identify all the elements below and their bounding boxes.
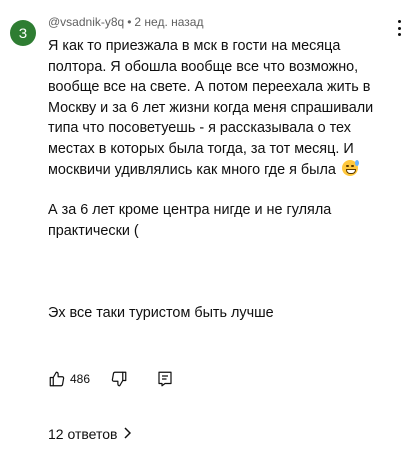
comment-body: Я как то приезжала в мск в гости на меся… [48,36,398,324]
comment-actions: 486 [48,368,174,390]
comment-card: З @vsadnik-y8q • 2 нед. назад Я как то при… [0,0,412,454]
dislike-button[interactable] [110,370,128,388]
grinning-sweat-emoji-icon [341,159,359,176]
reply-comment-icon [158,371,172,387]
avatar[interactable]: З [10,20,36,46]
thumbs-down-icon [111,371,127,387]
like-count: 486 [70,372,91,386]
meta-separator: • [127,15,132,29]
comment-paragraph: А за 6 лет кроме центра нигде и не гулял… [48,202,332,239]
thumbs-up-icon [49,371,65,387]
chevron-right-icon [123,426,132,442]
comment-paragraph: Эх все таки туристом быть лучше [48,305,274,322]
author-handle[interactable]: @vsadnik-y8q [48,15,124,29]
more-vertical-icon[interactable] [398,20,402,36]
comment-meta: @vsadnik-y8q • 2 нед. назад [48,15,203,29]
view-replies-button[interactable]: 12 ответов [48,426,132,442]
replies-label: 12 ответов [48,426,118,442]
comment-paragraph-text: Я как то приезжала в мск в гости на меся… [48,38,374,178]
comment-time: 2 нед. назад [134,15,204,29]
comment-paragraph: Я как то приезжала в мск в гости на меся… [48,36,398,180]
reply-button[interactable] [156,370,174,388]
like-button[interactable]: 486 [48,370,90,388]
